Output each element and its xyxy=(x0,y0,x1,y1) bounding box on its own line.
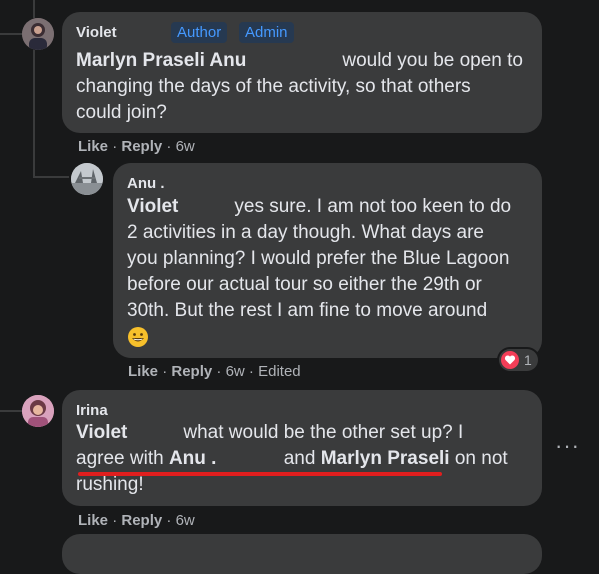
comment-line-5: 30th. But the rest I am fine to move aro… xyxy=(127,300,488,321)
comment-line-3: could join? xyxy=(76,102,167,123)
reaction-summary[interactable]: 1 xyxy=(499,349,538,371)
like-button[interactable]: Like xyxy=(78,512,108,529)
avatar-violet[interactable] xyxy=(22,18,54,50)
timestamp[interactable]: 6w xyxy=(226,363,245,380)
timestamp[interactable]: 6w xyxy=(176,138,195,155)
reaction-count: 1 xyxy=(524,352,532,368)
mention-link[interactable]: Marlyn Praseli Anu xyxy=(76,50,246,71)
author-badge: Author xyxy=(171,22,228,43)
comment-text: Violet yes sure. I am not too keen to do … xyxy=(127,194,537,356)
admin-badge: Admin xyxy=(239,22,294,43)
comment-text: Violet what would be the other set up? I … xyxy=(76,420,536,498)
comment-line-2-text: and xyxy=(283,448,316,469)
comment-bubble-anu: Anu . Violet yes sure. I am not too keen … xyxy=(113,163,542,358)
mention-link[interactable]: Anu . xyxy=(169,448,217,469)
annotation-underline xyxy=(78,472,442,476)
avatar-anu[interactable] xyxy=(71,163,103,195)
like-button[interactable]: Like xyxy=(128,363,158,380)
comment-line-1-text: what would be the other set up? I xyxy=(183,422,464,443)
avatar-violet-image xyxy=(22,18,54,50)
thread-line-left-irina xyxy=(0,410,24,412)
comment-line-4: before our actual tour so either the 29t… xyxy=(127,274,482,295)
comment-line-2: 2 activities in a day though. What days … xyxy=(127,222,484,243)
reply-button[interactable]: Reply xyxy=(121,138,162,155)
comment-line-2: changing the days of the activity, so th… xyxy=(76,76,471,97)
separator: · xyxy=(162,363,168,380)
comment-line-1: Marlyn Praseli Anu would you be open to xyxy=(76,48,536,74)
avatar-irina-image xyxy=(22,395,54,427)
comment-line-1-text: yes sure. I am not too keen to do xyxy=(234,196,512,217)
separator: · xyxy=(112,512,118,529)
comment-author[interactable]: Irina xyxy=(76,402,108,419)
thread-line-reply xyxy=(33,50,35,178)
comment-line-1-text: would you be open to xyxy=(342,50,523,71)
grinning-face-emoji-icon xyxy=(128,327,148,347)
thread-line-left xyxy=(0,33,24,35)
comment-actions: Like · Reply · 6w · Edited xyxy=(128,363,301,380)
comment-line-2-text: agree with xyxy=(76,448,164,469)
comment-line-1: Violet what would be the other set up? I xyxy=(76,420,536,446)
thread-line-elbow xyxy=(33,176,69,178)
comment-line-2: agree with Anu . and Marlyn Praseli on n… xyxy=(76,446,536,472)
comment-line-2-text: on not xyxy=(454,448,508,469)
mention-link[interactable]: Violet xyxy=(76,422,127,443)
avatar-anu-image xyxy=(71,163,103,195)
separator: · xyxy=(166,138,172,155)
separator: · xyxy=(112,138,118,155)
heart-reaction-icon xyxy=(501,351,519,369)
comment-author[interactable]: Violet xyxy=(76,24,117,41)
comment-line-3: you planning? I would prefer the Blue La… xyxy=(127,248,510,269)
comment-emoji xyxy=(127,326,537,356)
comment-actions: Like · Reply · 6w xyxy=(78,512,195,529)
comment-author[interactable]: Anu . xyxy=(127,175,165,192)
separator: · xyxy=(166,512,172,529)
comment-bubble-irina: Irina Violet what would be the other set … xyxy=(62,390,542,506)
reply-button[interactable]: Reply xyxy=(121,512,162,529)
timestamp[interactable]: 6w xyxy=(176,512,195,529)
thread-line-top xyxy=(33,0,35,18)
mention-link[interactable]: Marlyn Praseli xyxy=(321,448,450,469)
mention-link[interactable]: Violet xyxy=(127,196,178,217)
edited-label: Edited xyxy=(258,363,301,380)
avatar-irina[interactable] xyxy=(22,395,54,427)
more-options-icon[interactable]: ··· xyxy=(555,433,580,459)
comment-line-1: Violet yes sure. I am not too keen to do xyxy=(127,194,537,220)
next-comment-bubble xyxy=(62,534,542,574)
comment-text: Marlyn Praseli Anu would you be open to c… xyxy=(76,48,536,126)
separator: · xyxy=(216,363,222,380)
comment-bubble-violet: Violet Author Admin Marlyn Praseli Anu wo… xyxy=(62,12,542,133)
separator: · xyxy=(248,363,254,380)
reply-button[interactable]: Reply xyxy=(171,363,212,380)
comment-actions: Like · Reply · 6w xyxy=(78,138,195,155)
like-button[interactable]: Like xyxy=(78,138,108,155)
